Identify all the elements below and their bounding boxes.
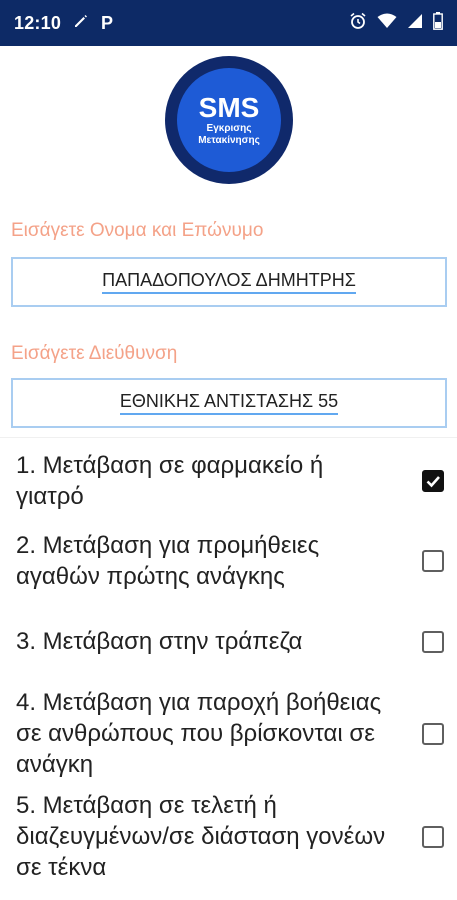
option-1[interactable]: 1. Μετάβαση σε φαρμακείο ή γιατρό [16, 450, 446, 512]
logo-title: SMS [198, 92, 260, 123]
option-4-label: 4. Μετάβαση για παροχή βοήθειας σε ανθρώ… [16, 689, 382, 778]
status-left-icons: P [73, 13, 113, 34]
parking-icon: P [101, 12, 114, 33]
name-input[interactable]: ΠΑΠΑΔΟΠΟΥΛΟΣ ΔΗΜΗΤΡΗΣ [11, 257, 447, 307]
option-5[interactable]: 5. Μετάβαση σε τελετή ή διαζευγμένων/σε … [16, 790, 446, 883]
option-4-checkbox[interactable] [422, 722, 444, 745]
cell-signal-icon [407, 13, 423, 34]
battery-icon [433, 11, 443, 35]
pencil-icon [73, 13, 89, 34]
option-4[interactable]: 4. Μετάβαση για παροχή βοήθειας σε ανθρώ… [16, 687, 446, 780]
divider [0, 437, 457, 438]
checkmark-icon [426, 476, 440, 488]
option-2[interactable]: 2. Μετάβαση για προμήθειες αγαθών πρώτης… [16, 530, 446, 592]
option-2-checkbox[interactable] [422, 550, 444, 572]
option-2-label: 2. Μετάβαση για προμήθειες αγαθών πρώτης… [16, 532, 320, 590]
logo-subtitle-2: Μετακίνησης [198, 135, 260, 146]
status-right-icons [349, 11, 443, 35]
app-logo: SMS Εγκρισης Μετακίνησης [165, 56, 293, 184]
option-1-checkbox[interactable] [422, 470, 444, 492]
name-input-value: ΠΑΠΑΔΟΠΟΥΛΟΣ ΔΗΜΗΤΡΗΣ [102, 270, 356, 294]
option-5-label: 5. Μετάβαση σε τελετή ή διαζευγμένων/σε … [16, 792, 386, 881]
status-time: 12:10 [14, 12, 62, 33]
address-input[interactable]: ΕΘΝΙΚΗΣ ΑΝΤΙΣΤΑΣΗΣ 55 [11, 378, 447, 428]
option-1-label: 1. Μετάβαση σε φαρμακείο ή γιατρό [16, 452, 324, 510]
logo-inner-circle: SMS Εγκρισης Μετακίνησης [177, 68, 281, 172]
alarm-icon [349, 12, 367, 35]
option-3-label: 3. Μετάβαση στην τράπεζα [16, 628, 303, 655]
option-3-checkbox[interactable] [422, 630, 444, 653]
name-field-label: Εισάγετε Ονομα και Επώνυμο [11, 220, 264, 241]
option-3[interactable]: 3. Μετάβαση στην τράπεζα [16, 626, 446, 657]
address-input-value: ΕΘΝΙΚΗΣ ΑΝΤΙΣΤΑΣΗΣ 55 [119, 391, 339, 415]
logo-subtitle-1: Εγκρισης [206, 123, 252, 134]
address-field-label: Εισάγετε Διεύθυνση [11, 343, 178, 364]
status-bar: 12:10 P [0, 0, 457, 46]
wifi-icon [377, 13, 397, 34]
option-5-checkbox[interactable] [422, 825, 444, 848]
